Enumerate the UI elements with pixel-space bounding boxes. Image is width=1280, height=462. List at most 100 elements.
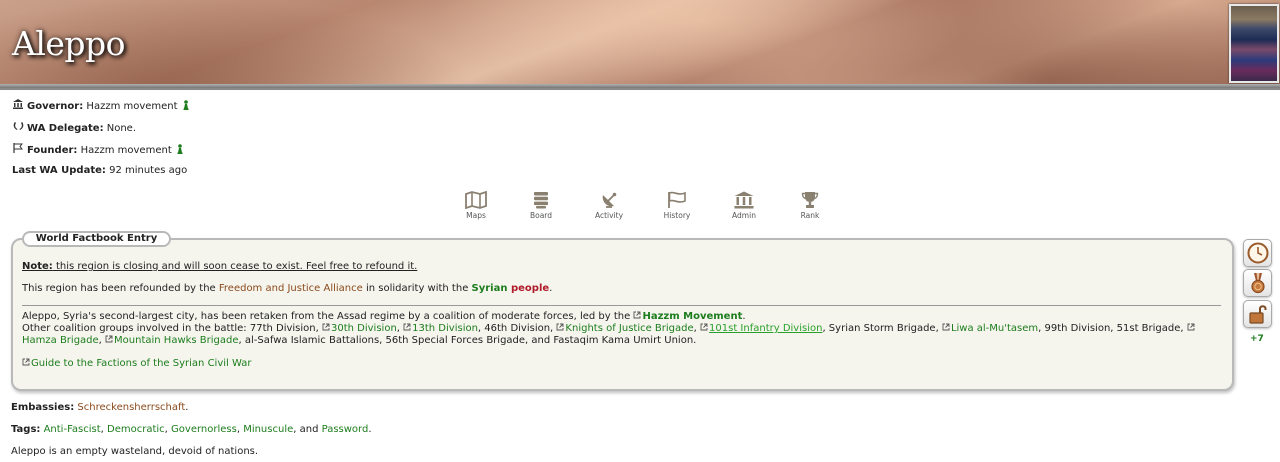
embassies-label: Embassies: bbox=[11, 402, 75, 413]
board-icon bbox=[534, 192, 548, 209]
founder-line: Founder: Hazzm movement bbox=[12, 143, 183, 156]
alliance-link[interactable]: Freedom and Justice Alliance bbox=[219, 283, 363, 294]
founder-value[interactable]: Hazzm movement bbox=[81, 145, 172, 156]
nav-rank[interactable]: Rank bbox=[788, 191, 832, 220]
refound-mid: in solidarity with the bbox=[362, 283, 472, 294]
external-link-icon bbox=[556, 323, 564, 331]
hazzm-link[interactable]: Hazzm Movement bbox=[642, 311, 742, 322]
flag-outline-icon bbox=[12, 143, 24, 156]
liwa-link[interactable]: Liwa al-Mu'tasem bbox=[951, 323, 1038, 334]
governor-label: Governor: bbox=[27, 101, 84, 112]
syrian-word: Syrian bbox=[471, 283, 508, 294]
badge-lock[interactable] bbox=[1243, 300, 1272, 328]
update-line: Last WA Update: 92 minutes ago bbox=[12, 165, 187, 176]
update-value: 92 minutes ago bbox=[109, 165, 188, 176]
guide-link[interactable]: Guide to the Factions of the Syrian Civi… bbox=[31, 358, 251, 369]
embassy-link[interactable]: Schreckensherrschaft bbox=[77, 402, 185, 413]
satellite-icon bbox=[602, 192, 617, 208]
tag-and: , and bbox=[293, 424, 322, 435]
para2-storm: , Syrian Storm Brigade, bbox=[822, 323, 942, 334]
pawn-icon bbox=[183, 100, 189, 110]
tag-password[interactable]: Password bbox=[322, 424, 369, 435]
nav-activity-label: Activity bbox=[594, 211, 624, 220]
delegate-label: WA Delegate: bbox=[27, 123, 104, 134]
refound-period: . bbox=[549, 283, 553, 294]
para1-end: . bbox=[742, 311, 746, 322]
note-label: Note: bbox=[22, 261, 53, 272]
knights-link[interactable]: Knights of Justice Brigade bbox=[565, 323, 693, 334]
map-icon bbox=[465, 191, 487, 209]
people-word: people bbox=[510, 283, 550, 294]
badge-medal[interactable] bbox=[1243, 269, 1272, 297]
nav-maps-label: Maps bbox=[466, 211, 486, 220]
nav-board-label: Board bbox=[529, 211, 553, 220]
external-link-icon bbox=[634, 311, 641, 319]
nav-rank-label: Rank bbox=[800, 211, 820, 220]
para2-end: , al-Safwa Islamic Battalions, 56th Spec… bbox=[238, 335, 697, 346]
factbook-note: Note: this region is closing and will so… bbox=[22, 261, 417, 272]
embassies-line: Embassies: Schreckensherrschaft. bbox=[11, 402, 188, 413]
tags-end: . bbox=[368, 424, 372, 435]
founder-label: Founder: bbox=[27, 145, 78, 156]
delegate-value: None. bbox=[106, 123, 137, 134]
embassies-end: . bbox=[185, 402, 189, 413]
trophy-icon bbox=[801, 192, 819, 208]
wreath-icon bbox=[12, 121, 24, 134]
para2-46th: , 46th Division, bbox=[477, 323, 557, 334]
building-icon bbox=[12, 99, 24, 112]
hamza-link[interactable]: Hamza Brigade bbox=[22, 335, 99, 346]
note-text: this region is closing and will soon cea… bbox=[52, 261, 418, 272]
factbook-guide-line: Guide to the Factions of the Syrian Civi… bbox=[22, 358, 251, 369]
tag-anti-fascist[interactable]: Anti-Fascist bbox=[44, 424, 101, 435]
factbook-para2: Other coalition groups involved in the b… bbox=[22, 323, 1196, 334]
factbook-para2-cont: Hamza Brigade, Mountain Hawks Brigade, a… bbox=[22, 335, 696, 346]
13th-division-link[interactable]: 13th Division bbox=[412, 323, 478, 334]
para2-99th: , 99th Division, 51st Brigade, bbox=[1038, 323, 1187, 334]
factbook-para1: Aleppo, Syria's second-largest city, has… bbox=[22, 311, 746, 322]
external-link-icon bbox=[1187, 323, 1195, 331]
nav-history-label: History bbox=[663, 211, 691, 220]
factbook-refound-line: This region has been refounded by the Fr… bbox=[22, 283, 552, 294]
more-badges-count[interactable]: +7 bbox=[1250, 334, 1264, 344]
delegate-line: WA Delegate: None. bbox=[12, 121, 136, 134]
tags-label: Tags: bbox=[11, 424, 41, 435]
region-flag[interactable] bbox=[1229, 4, 1279, 83]
nav-admin-label: Admin bbox=[732, 211, 756, 220]
external-link-icon bbox=[105, 335, 113, 343]
external-link-icon bbox=[403, 323, 411, 331]
30th-division-link[interactable]: 30th Division bbox=[331, 323, 397, 334]
tag-democratic[interactable]: Democratic bbox=[107, 424, 165, 435]
external-link-icon bbox=[322, 323, 330, 331]
region-banner: Aleppo bbox=[0, 0, 1280, 90]
nav-activity[interactable]: Activity bbox=[587, 191, 631, 220]
para1-text: Aleppo, Syria's second-largest city, has… bbox=[22, 311, 634, 322]
nav-maps[interactable]: Maps bbox=[454, 191, 498, 220]
factbook-tab: World Factbook Entry bbox=[22, 231, 171, 247]
unlocked-icon bbox=[1248, 305, 1266, 324]
external-link-icon bbox=[942, 323, 950, 331]
101st-division-link[interactable]: 101st Infantry Division bbox=[709, 323, 822, 334]
badge-clock[interactable] bbox=[1243, 239, 1272, 267]
pawn-icon bbox=[177, 144, 183, 154]
hawks-link[interactable]: Mountain Hawks Brigade bbox=[114, 335, 239, 346]
nav-admin[interactable]: Admin bbox=[722, 191, 766, 220]
update-label: Last WA Update: bbox=[12, 165, 106, 176]
nav-history[interactable]: History bbox=[655, 191, 699, 220]
refound-text: This region has been refounded by the bbox=[22, 283, 219, 294]
tags-line: Tags: Anti-Fascist, Democratic, Governor… bbox=[11, 424, 372, 435]
region-title: Aleppo bbox=[12, 24, 126, 63]
factbook-divider bbox=[22, 305, 1221, 306]
clock-icon bbox=[1247, 242, 1268, 264]
medal-icon bbox=[1250, 273, 1265, 294]
flag-icon bbox=[668, 191, 686, 208]
external-link-icon bbox=[22, 358, 30, 366]
region-status: Aleppo is an empty wasteland, devoid of … bbox=[11, 446, 259, 457]
building-icon bbox=[734, 191, 754, 209]
tag-minuscule[interactable]: Minuscule bbox=[243, 424, 293, 435]
nav-board[interactable]: Board bbox=[519, 191, 563, 220]
governor-value[interactable]: Hazzm movement bbox=[86, 101, 177, 112]
tag-governorless[interactable]: Governorless bbox=[171, 424, 237, 435]
external-link-icon bbox=[700, 323, 708, 331]
governor-line: Governor: Hazzm movement bbox=[12, 99, 189, 112]
para2-text: Other coalition groups involved in the b… bbox=[22, 323, 322, 334]
